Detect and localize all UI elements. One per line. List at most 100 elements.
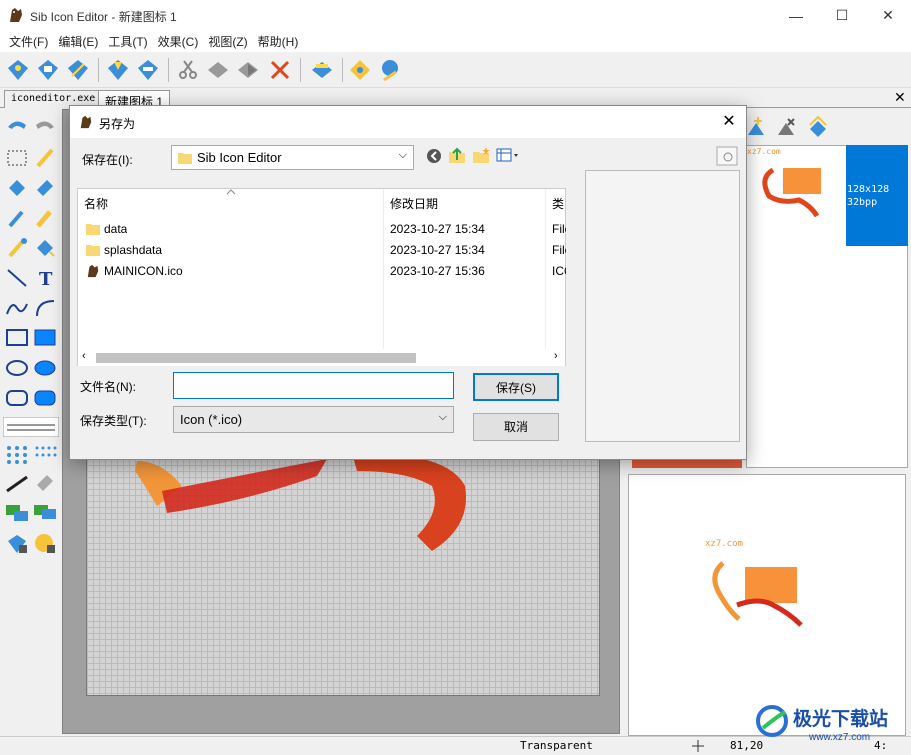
help-icon[interactable]	[378, 58, 402, 82]
save-in-label: 保存在(I):	[82, 153, 133, 167]
file-date: 2023-10-27 15:36	[390, 264, 485, 278]
chevron-down-icon: ⌵	[438, 411, 447, 423]
new-icon[interactable]	[6, 58, 30, 82]
file-row[interactable]: splashdata 2023-10-27 15:34 File	[78, 240, 566, 260]
fill-icon[interactable]	[32, 236, 58, 260]
format-size-badge[interactable]: 128x128 32bpp	[846, 145, 908, 246]
filetype-label: 保存类型(T):	[80, 414, 147, 428]
layers-alt-icon[interactable]	[32, 501, 58, 525]
menu-view[interactable]: 视图(Z)	[203, 31, 252, 52]
remove-format-icon[interactable]	[774, 115, 798, 139]
folder-icon	[86, 224, 100, 235]
minimize-button[interactable]: —	[773, 0, 819, 31]
up-folder-icon[interactable]	[448, 146, 466, 164]
scrollbar-thumb[interactable]	[96, 353, 416, 363]
dialog-title: 另存为	[99, 117, 136, 131]
dot-grid-small-icon[interactable]	[32, 442, 58, 466]
copy-icon[interactable]	[206, 58, 230, 82]
file-date: 2023-10-27 15:34	[390, 243, 485, 257]
eraser-icon[interactable]	[32, 176, 58, 200]
thick-line-icon[interactable]	[4, 471, 30, 495]
menu-help[interactable]: 帮助(H)	[253, 31, 304, 52]
menu-tools[interactable]: 工具(T)	[103, 31, 152, 52]
bpp-text: 32bpp	[847, 197, 878, 208]
text-icon[interactable]: T	[32, 266, 58, 290]
ellipse-icon[interactable]	[4, 356, 30, 380]
preview-small-image	[762, 167, 821, 218]
column-name[interactable]: 名称	[84, 195, 108, 212]
filled-rounded-rect-icon[interactable]	[32, 386, 58, 410]
back-icon[interactable]	[426, 148, 442, 164]
paint-icon[interactable]	[310, 58, 334, 82]
layers-icon[interactable]	[4, 501, 30, 525]
dialog-close-button[interactable]: ✕	[718, 112, 740, 132]
delete-icon[interactable]	[268, 58, 292, 82]
lock-gold-icon[interactable]	[32, 531, 58, 555]
paste-icon[interactable]	[236, 58, 260, 82]
size-text: 128x128	[847, 184, 890, 195]
arc-icon[interactable]	[32, 296, 58, 320]
curve-icon[interactable]	[4, 296, 30, 320]
dot-grid-icon[interactable]	[4, 442, 30, 466]
scroll-right-icon[interactable]: ›	[554, 350, 558, 362]
save-as-dialog: 另存为 ✕ 保存在(I): Sib Icon Editor ⌵ 名称 修改日期 …	[69, 105, 747, 460]
save-as-icon[interactable]	[136, 58, 160, 82]
preview-toggle-icon[interactable]	[716, 146, 738, 166]
bucket-icon[interactable]	[4, 176, 30, 200]
redo-icon[interactable]	[32, 115, 58, 139]
save-in-dropdown[interactable]: Sib Icon Editor ⌵	[171, 145, 414, 170]
ico-file-icon	[87, 264, 99, 278]
save-in-value: Sib Icon Editor	[197, 150, 282, 165]
properties-icon[interactable]	[348, 58, 372, 82]
save-icon[interactable]	[106, 58, 130, 82]
menu-edit[interactable]: 编辑(E)	[53, 31, 103, 52]
preview-large-text: xz7.com	[705, 539, 743, 549]
cancel-button[interactable]: 取消	[473, 413, 559, 441]
line-icon[interactable]	[4, 266, 30, 290]
view-menu-icon[interactable]	[496, 146, 522, 164]
horizontal-scrollbar[interactable]: ‹ ›	[78, 349, 565, 366]
dialog-title-bar: 另存为 ✕	[70, 106, 746, 138]
menu-bar: 文件(F) 编辑(E) 工具(T) 效果(C) 视图(Z) 帮助(H)	[0, 31, 911, 52]
dialog-preview-pane	[585, 170, 740, 442]
dropper-icon[interactable]	[4, 206, 30, 230]
filled-rectangle-icon[interactable]	[32, 326, 58, 350]
format-list-blank	[747, 246, 867, 466]
undo-icon[interactable]	[4, 115, 30, 139]
column-type[interactable]: 类	[552, 195, 564, 212]
tab-close-button[interactable]: ✕	[894, 89, 906, 106]
rounded-rect-icon[interactable]	[4, 386, 30, 410]
watermark-logo-icon	[756, 705, 788, 737]
filetype-dropdown[interactable]: Icon (*.ico) ⌵	[173, 406, 454, 433]
spray-icon[interactable]	[4, 236, 30, 260]
filename-input[interactable]	[173, 372, 454, 399]
eraser-tool-icon[interactable]	[32, 471, 58, 495]
file-type: ICO	[552, 264, 566, 278]
open-icon[interactable]	[36, 58, 60, 82]
column-date[interactable]: 修改日期	[390, 195, 438, 212]
tool-palette: T	[0, 109, 62, 745]
cut-icon[interactable]	[176, 58, 200, 82]
select-icon[interactable]	[4, 146, 30, 170]
file-name: MAINICON.ico	[104, 264, 183, 278]
maximize-button[interactable]: ☐	[819, 0, 865, 31]
new-folder-icon[interactable]	[472, 146, 490, 164]
format-list-icon[interactable]	[806, 115, 830, 139]
save-button[interactable]: 保存(S)	[473, 373, 559, 401]
lock-icon[interactable]	[4, 531, 30, 555]
close-button[interactable]: ✕	[865, 0, 911, 31]
scroll-left-icon[interactable]: ‹	[82, 350, 86, 362]
filled-ellipse-icon[interactable]	[32, 356, 58, 380]
menu-file[interactable]: 文件(F)	[4, 31, 53, 52]
brush-icon[interactable]	[32, 206, 58, 230]
pencil-icon[interactable]	[32, 146, 58, 170]
add-format-icon[interactable]	[744, 115, 768, 139]
line-width-selector[interactable]	[3, 417, 59, 437]
file-row[interactable]: MAINICON.ico 2023-10-27 15:36 ICO	[78, 261, 566, 281]
rectangle-icon[interactable]	[4, 326, 30, 350]
crosshair-icon	[692, 740, 704, 752]
file-row[interactable]: data 2023-10-27 15:34 File	[78, 219, 566, 239]
menu-effects[interactable]: 效果(C)	[153, 31, 204, 52]
wizard-icon[interactable]	[66, 58, 90, 82]
filetype-value: Icon (*.ico)	[180, 412, 243, 427]
